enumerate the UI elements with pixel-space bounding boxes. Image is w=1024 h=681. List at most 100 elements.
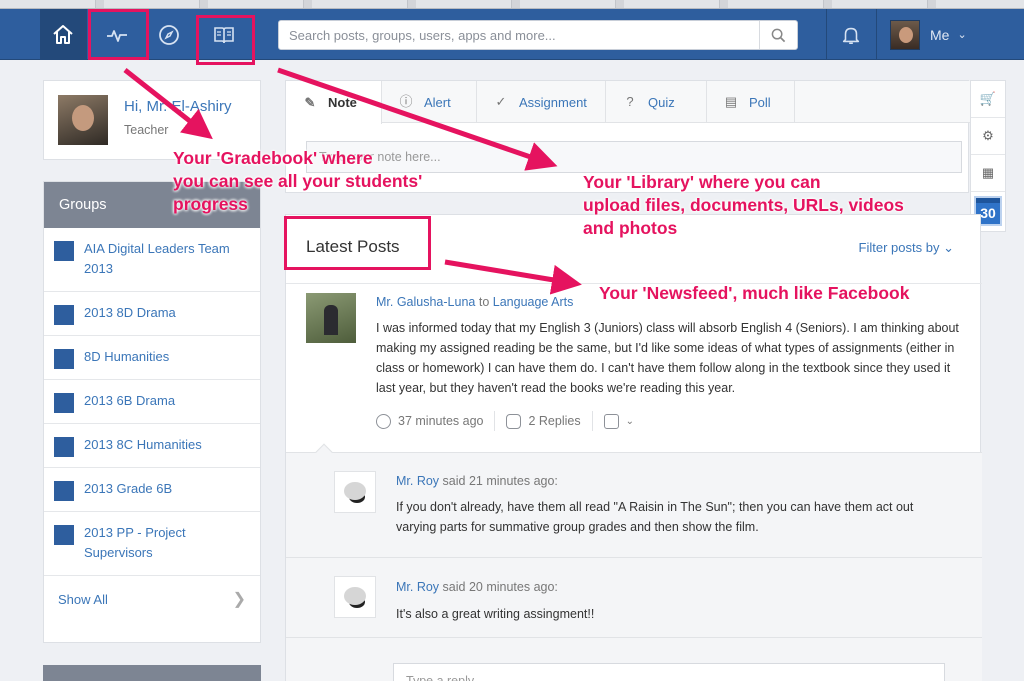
post-body: I was informed today that my English 3 (… [376, 321, 959, 395]
reply-author-link[interactable]: Mr. Roy [396, 474, 439, 488]
apps-button[interactable]: ▦ [971, 155, 1005, 192]
group-item[interactable]: 8D Humanities [44, 336, 260, 380]
compass-icon [159, 24, 179, 45]
group-name: 2013 Grade 6B [84, 481, 173, 496]
annotation-line: progress [173, 194, 248, 214]
tab-assignment[interactable]: ✓ Assignment [477, 81, 606, 123]
tab-label: Poll [749, 94, 771, 110]
tab-label: Quiz [648, 94, 675, 110]
reply-author-avatar[interactable] [334, 471, 376, 513]
top-navigation-bar: Me ⌄ [0, 9, 1024, 60]
reply-meta: Mr. Roy said 21 minutes ago: [396, 474, 558, 488]
group-item[interactable]: 2013 6B Drama [44, 380, 260, 424]
filter-posts-dropdown[interactable]: Filter posts by ⌄ [859, 240, 954, 256]
chevron-down-icon[interactable]: ⌄ [626, 416, 634, 427]
group-item[interactable]: AIA Digital Leaders Team 2013 [44, 228, 260, 292]
group-icon [54, 241, 74, 261]
profile-photo[interactable] [58, 95, 108, 145]
notifications-button[interactable] [828, 9, 874, 60]
cart-button[interactable]: 🛒 [971, 81, 1005, 118]
settings-button[interactable]: ⚙ [971, 118, 1005, 155]
group-icon [54, 481, 74, 501]
home-button[interactable] [40, 9, 86, 60]
post-author-link[interactable]: Mr. Galusha-Luna [376, 295, 475, 309]
group-name: AIA Digital Leaders Team 2013 [84, 241, 230, 276]
nav-divider [86, 9, 87, 60]
post-author-avatar[interactable] [306, 293, 356, 343]
show-all-groups-link[interactable]: Show All ❯ [44, 576, 260, 622]
tab-label: Note [328, 95, 357, 110]
post-time[interactable]: 37 minutes ago [398, 414, 483, 428]
search-button[interactable] [759, 21, 797, 49]
annotation-line: Your 'Library' where you can [583, 172, 821, 192]
tab-poll[interactable]: ▤ Poll [707, 81, 795, 123]
profile-greeting[interactable]: Hi, Mr. El-Ashiry [124, 98, 232, 115]
reply-meta: Mr. Roy said 20 minutes ago: [396, 580, 558, 594]
second-panel-header [43, 665, 261, 681]
group-icon [54, 349, 74, 369]
tab-label: Assignment [519, 94, 587, 110]
calendar-day: 30 [980, 205, 996, 221]
profile-role: Teacher [124, 123, 169, 137]
filter-label: Filter posts by [858, 240, 940, 255]
reply-timestamp: said 21 minutes ago: [442, 474, 558, 488]
action-divider [494, 411, 496, 431]
replies-section: Mr. Roy said 21 minutes ago: If you don'… [286, 443, 982, 681]
browser-tab-strip [0, 0, 1024, 9]
post-meta: Mr. Galusha-Luna to Language Arts [376, 295, 573, 309]
annotation-line: you can see all your students' [173, 171, 423, 191]
gradebook-button[interactable] [94, 9, 140, 60]
reply-author-avatar[interactable] [334, 576, 376, 618]
group-item[interactable]: 2013 8D Drama [44, 292, 260, 336]
annotation-line: Your 'Gradebook' where [173, 148, 373, 168]
search-box [278, 20, 798, 50]
group-name: 2013 6B Drama [84, 393, 176, 408]
groups-panel: Groups AIA Digital Leaders Team 2013 201… [43, 181, 261, 643]
group-item[interactable]: 2013 Grade 6B [44, 468, 260, 512]
group-icon [54, 437, 74, 457]
bar-chart-icon: ▤ [724, 94, 738, 109]
home-icon [53, 24, 73, 44]
account-menu[interactable]: Me ⌄ [880, 9, 980, 60]
chevron-down-icon: ⌄ [943, 240, 954, 255]
composer-tabs: ✎ Note ⓘ Alert ✓ Assignment ? Quiz ▤ Poll [286, 81, 970, 124]
annotation-line: upload files, documents, URLs, videos [583, 195, 904, 215]
annotation-library: Your 'Library' where you can upload file… [583, 171, 904, 240]
nav-divider [826, 9, 827, 60]
show-all-label: Show All [58, 592, 108, 607]
annotation-gradebook: Your 'Gradebook' where you can see all y… [173, 147, 422, 216]
gear-icon: ⚙ [982, 128, 994, 143]
replies-link[interactable]: 2 Replies [528, 414, 580, 428]
reply: Mr. Roy said 21 minutes ago: If you don'… [286, 453, 982, 558]
group-item[interactable]: 2013 PP - Project Supervisors [44, 512, 260, 576]
discover-button[interactable] [146, 9, 192, 60]
group-name: 2013 PP - Project Supervisors [84, 525, 186, 560]
tab-alert[interactable]: ⓘ Alert [382, 81, 477, 123]
group-name: 8D Humanities [84, 349, 170, 364]
group-item[interactable]: 2013 8C Humanities [44, 424, 260, 468]
reply-text: If you don't already, have them all read… [396, 500, 914, 534]
tab-note[interactable]: ✎ Note [286, 81, 382, 124]
annotation-newsfeed: Your 'Newsfeed', much like Facebook [599, 283, 910, 303]
bell-icon [842, 27, 860, 44]
reply: Mr. Roy said 20 minutes ago: It's also a… [286, 558, 982, 638]
grid-icon: ▦ [981, 165, 995, 180]
reply-input[interactable]: Type a reply... [393, 663, 945, 681]
reaction-icon[interactable] [603, 413, 619, 429]
alert-icon: ⓘ [399, 94, 413, 109]
group-name: 2013 8D Drama [84, 305, 176, 320]
reply-text: It's also a great writing assingment!! [396, 607, 595, 621]
post-actions: 37 minutes ago 2 Replies ⌄ [376, 411, 676, 431]
tab-label: Alert [424, 94, 451, 110]
account-label: Me [930, 26, 950, 43]
search-input[interactable] [279, 21, 759, 49]
group-icon [54, 393, 74, 413]
chevron-right-icon: ❯ [232, 591, 246, 608]
activity-icon [107, 29, 127, 42]
post-group-link[interactable]: Language Arts [493, 295, 574, 309]
group-icon [54, 525, 74, 545]
tab-quiz[interactable]: ? Quiz [606, 81, 707, 123]
reply-author-link[interactable]: Mr. Roy [396, 580, 439, 594]
library-button[interactable] [201, 9, 247, 60]
check-circle-icon: ✓ [495, 94, 507, 109]
